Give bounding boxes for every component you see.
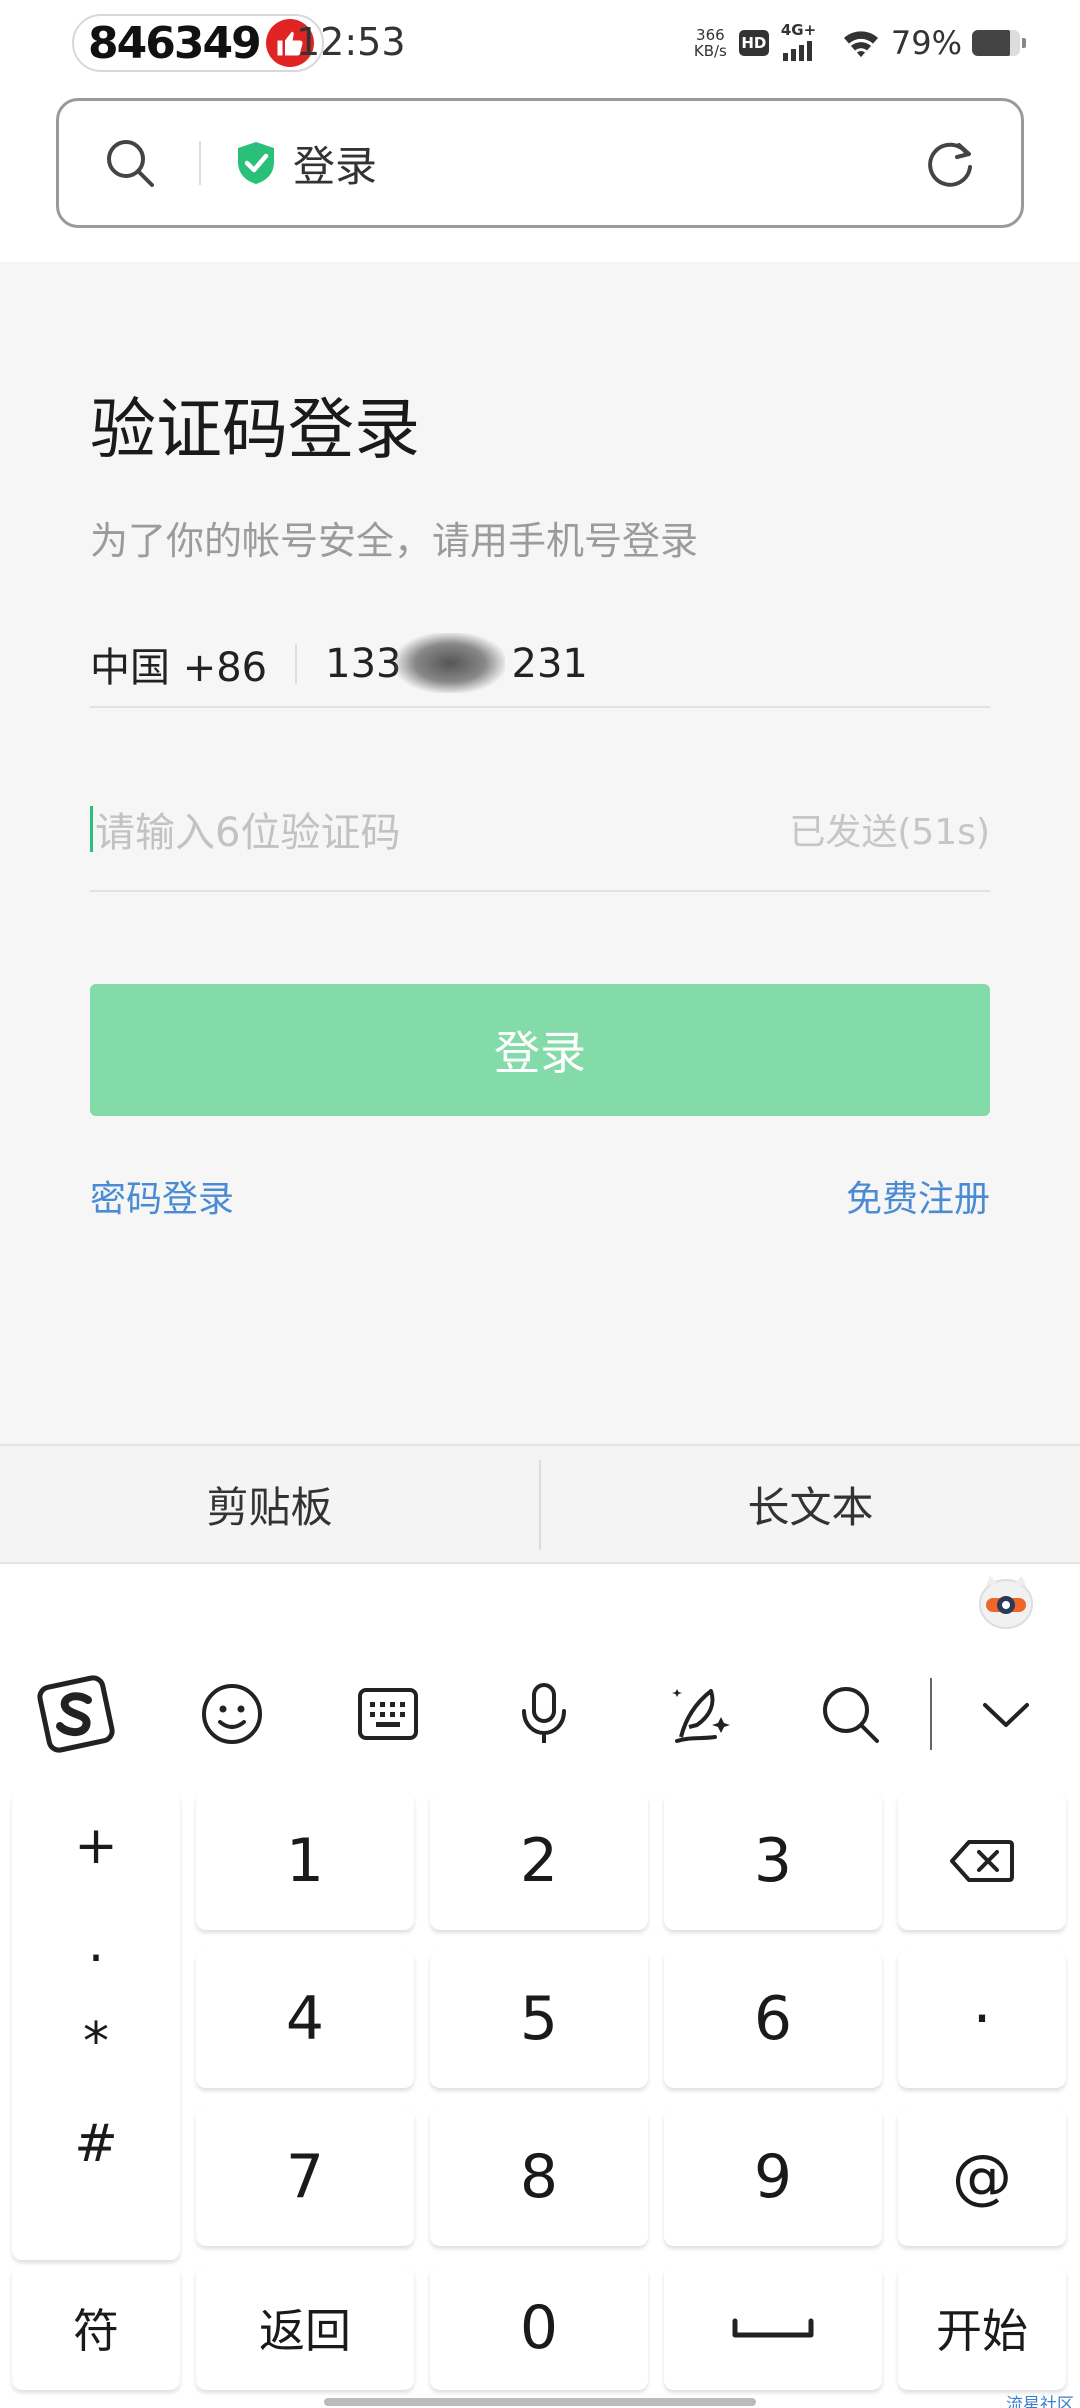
address-separator <box>199 141 201 185</box>
search-icon[interactable] <box>103 136 157 190</box>
login-form: 验证码登录 为了你的帐号安全，请用手机号登录 中国 +86 133 231 请输入… <box>0 262 1080 1444</box>
search-icon[interactable] <box>800 1654 900 1774</box>
symbols-key[interactable]: 符 <box>12 2266 180 2390</box>
back-key[interactable]: 返回 <box>196 2266 414 2390</box>
page-subtitle: 为了你的帐号安全，请用手机号登录 <box>90 519 699 563</box>
wifi-icon <box>843 31 878 57</box>
symbol-star-key[interactable]: * <box>12 2012 180 2072</box>
sogou-logo-icon[interactable] <box>26 1654 126 1774</box>
counter-badge[interactable]: 846349 <box>72 14 324 72</box>
secure-shield-icon <box>238 142 274 184</box>
keyboard-suggestion-bar: 剪贴板 长文本 <box>0 1444 1080 1564</box>
battery-icon <box>972 30 1026 56</box>
phone-number-row[interactable]: 中国 +86 133 231 <box>90 622 990 708</box>
collapse-chevron-icon[interactable] <box>956 1654 1056 1774</box>
clipboard-button[interactable]: 剪贴板 <box>0 1446 539 1562</box>
emoji-icon[interactable] <box>182 1654 282 1774</box>
key-3[interactable]: 3 <box>664 1792 882 1930</box>
numeric-keyboard: + . * # 1 2 3 4 5 6 · 7 8 9 @ 符 返回 0 开始 … <box>0 1564 1080 2408</box>
password-login-link[interactable]: 密码登录 <box>90 1170 234 1222</box>
register-link[interactable]: 免费注册 <box>846 1170 990 1222</box>
symbol-dot-key[interactable]: . <box>12 1914 180 1974</box>
verification-code-input[interactable]: 请输入6位验证码 <box>90 800 400 858</box>
phone-separator <box>295 644 298 684</box>
hd-icon: HD <box>738 30 769 56</box>
toolbar-separator <box>930 1678 932 1750</box>
battery-percent: 79% <box>890 24 962 62</box>
keyboard-icon[interactable] <box>338 1654 438 1774</box>
key-4[interactable]: 4 <box>196 1950 414 2088</box>
symbol-column[interactable]: + . * # <box>12 1792 180 2260</box>
key-9[interactable]: 9 <box>664 2108 882 2246</box>
phone-number-field[interactable]: 133 231 <box>325 633 588 693</box>
refresh-icon[interactable] <box>923 137 977 191</box>
long-text-button[interactable]: 长文本 <box>541 1446 1080 1562</box>
status-icons: 366 KB/s HD 4G+ 79% <box>693 20 1026 66</box>
page-title: 验证码登录 <box>90 391 420 468</box>
at-key[interactable]: @ <box>898 2108 1066 2246</box>
key-7[interactable]: 7 <box>196 2108 414 2246</box>
login-button[interactable]: 登录 <box>90 984 990 1116</box>
key-2[interactable]: 2 <box>430 1792 648 1930</box>
symbol-hash-key[interactable]: # <box>12 2114 180 2174</box>
keyboard-toolbar <box>0 1654 1080 1774</box>
watermark-text: 流星社区 <box>1006 2395 1074 2408</box>
cellular-signal-icon: 4G+ <box>781 21 829 63</box>
text-cursor <box>90 806 93 852</box>
verification-code-row[interactable]: 请输入6位验证码 已发送(51s) <box>90 768 990 892</box>
space-bar-icon <box>732 2318 814 2338</box>
home-indicator[interactable] <box>324 2398 756 2406</box>
code-placeholder: 请输入6位验证码 <box>95 810 401 856</box>
country-code-selector[interactable]: 中国 +86 <box>90 635 267 693</box>
key-0[interactable]: 0 <box>430 2266 648 2390</box>
symbol-plus-key[interactable]: + <box>12 1816 180 1876</box>
page-address-title: 登录 <box>293 141 378 191</box>
microphone-icon[interactable] <box>494 1654 594 1774</box>
key-6[interactable]: 6 <box>664 1950 882 2088</box>
key-5[interactable]: 5 <box>430 1950 648 2088</box>
dot-key[interactable]: · <box>898 1950 1066 2088</box>
clock: 12:53 <box>296 20 406 64</box>
status-bar: 846349 12:53 366 KB/s HD 4G+ 79% <box>0 0 1080 88</box>
backspace-key[interactable] <box>898 1792 1066 1930</box>
mascot-icon[interactable] <box>976 1572 1036 1632</box>
counter-value: 846349 <box>88 17 262 69</box>
key-1[interactable]: 1 <box>196 1792 414 1930</box>
backspace-icon <box>950 1840 1014 1882</box>
redaction-blur <box>395 633 506 693</box>
start-key[interactable]: 开始 <box>898 2266 1066 2390</box>
space-key[interactable] <box>664 2266 882 2390</box>
network-speed: 366 KB/s <box>693 26 727 60</box>
key-8[interactable]: 8 <box>430 2108 648 2246</box>
handwriting-icon[interactable] <box>650 1654 750 1774</box>
resend-countdown: 已发送(51s) <box>789 812 990 853</box>
address-bar[interactable]: 登录 <box>56 98 1024 228</box>
